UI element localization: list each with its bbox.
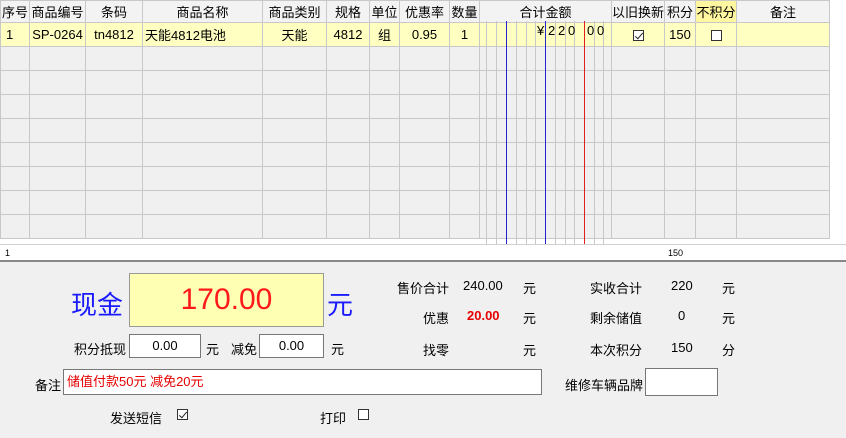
- table-row[interactable]: [0, 214, 831, 239]
- money-grid-line: [594, 21, 595, 260]
- money-grid-line: [526, 21, 527, 260]
- discount-unit: 元: [523, 311, 537, 326]
- money-grid-line: [516, 21, 517, 260]
- received-total-unit: 元: [722, 281, 736, 296]
- table-row[interactable]: [0, 190, 831, 215]
- received-total-label: 实收合计: [590, 281, 643, 296]
- received-total-value: 220: [671, 278, 693, 293]
- vehicle-brand-input[interactable]: [645, 368, 718, 396]
- amount-digit: 0: [597, 23, 605, 38]
- money-grid-line-blue: [506, 21, 507, 260]
- table-row[interactable]: [0, 46, 831, 71]
- col-code[interactable]: 商品编号: [29, 0, 86, 23]
- cell-discount-rate[interactable]: 0.95: [399, 22, 450, 47]
- cell-seq[interactable]: 1: [0, 22, 30, 47]
- balance-unit: 元: [722, 311, 736, 326]
- table-header: 序号 商品编号 条码 商品名称 商品类别 规格 单位 优惠率 数量 合计金额 以…: [0, 0, 831, 23]
- no-points-checkbox[interactable]: [710, 30, 722, 42]
- change-unit: 元: [523, 343, 537, 358]
- col-points[interactable]: 积分: [664, 0, 697, 23]
- cell-unit[interactable]: 组: [369, 22, 400, 47]
- payment-method-label: 现金: [71, 290, 124, 320]
- table-footer: 1 150: [0, 244, 846, 261]
- send-sms-checkbox[interactable]: [177, 409, 188, 420]
- col-trade-in[interactable]: 以旧换新: [610, 0, 666, 23]
- cell-trade-in[interactable]: [610, 22, 666, 47]
- waive-label: 减免: [231, 342, 258, 357]
- checkout-panel: 现金 170.00 元 积分抵现 0.00 元 减免 0.00 元 售价合计 2…: [0, 260, 846, 438]
- waive-input[interactable]: 0.00: [259, 334, 324, 358]
- cell-category[interactable]: 天能: [262, 22, 327, 47]
- points-deduct-input[interactable]: 0.00: [129, 334, 201, 358]
- cash-unit: 元: [327, 290, 354, 320]
- print-checkbox[interactable]: [358, 409, 369, 420]
- table-row[interactable]: [0, 94, 831, 119]
- amount-digit: 2: [558, 23, 566, 38]
- col-remark[interactable]: 备注: [736, 0, 831, 23]
- amount-digit: 0: [568, 23, 576, 38]
- col-total[interactable]: 合计金额: [479, 0, 612, 23]
- col-seq[interactable]: 序号: [0, 0, 30, 23]
- cell-remark[interactable]: [736, 22, 831, 47]
- col-discount-rate[interactable]: 优惠率: [399, 0, 450, 23]
- col-spec[interactable]: 规格: [326, 0, 370, 23]
- money-grid-line: [555, 21, 556, 260]
- points-deduct-unit: 元: [206, 342, 220, 357]
- cell-no-points[interactable]: [695, 22, 738, 47]
- currency-symbol: ¥: [537, 23, 545, 38]
- print-label: 打印: [320, 411, 347, 426]
- product-table: 序号 商品编号 条码 商品名称 商品类别 规格 单位 优惠率 数量 合计金额 以…: [0, 0, 831, 239]
- money-grid-line: [535, 21, 536, 260]
- cell-qty[interactable]: 1: [449, 22, 480, 47]
- points-earned-label: 本次积分: [590, 343, 643, 358]
- table-row[interactable]: [0, 142, 831, 167]
- trade-in-checkbox[interactable]: [632, 30, 644, 42]
- cell-points[interactable]: 150: [664, 22, 697, 47]
- cell-barcode[interactable]: tn4812: [85, 22, 143, 47]
- sale-total-label: 售价合计: [397, 281, 450, 296]
- discount-value: 20.00: [467, 308, 500, 323]
- vehicle-brand-label: 维修车辆品牌: [565, 378, 644, 393]
- col-qty[interactable]: 数量: [449, 0, 480, 23]
- discount-label: 优惠: [423, 311, 450, 326]
- note-input[interactable]: 储值付款50元 减免20元: [63, 369, 542, 395]
- balance-label: 剩余储值: [590, 311, 643, 326]
- change-label: 找零: [423, 343, 450, 358]
- send-sms-label: 发送短信: [110, 411, 163, 426]
- col-unit[interactable]: 单位: [369, 0, 400, 23]
- footer-count: 1: [5, 248, 11, 258]
- money-grid-line: [565, 21, 566, 260]
- money-grid-line-blue: [545, 21, 546, 260]
- note-label: 备注: [35, 378, 62, 393]
- col-no-points[interactable]: 不积分: [695, 0, 738, 23]
- table-row[interactable]: [0, 166, 831, 191]
- cell-spec[interactable]: 4812: [326, 22, 370, 47]
- table-row[interactable]: [0, 70, 831, 95]
- money-grid-line: [486, 21, 487, 260]
- product-grid[interactable]: 序号 商品编号 条码 商品名称 商品类别 规格 单位 优惠率 数量 合计金额 以…: [0, 0, 846, 261]
- money-grid-line-red: [584, 21, 585, 260]
- cell-code[interactable]: SP-0264: [29, 22, 86, 47]
- points-earned-unit: 分: [722, 343, 736, 358]
- cash-amount-field[interactable]: 170.00: [129, 273, 324, 327]
- points-earned-value: 150: [671, 340, 693, 355]
- money-grid-line: [496, 21, 497, 260]
- footer-points-total: 150: [668, 248, 684, 258]
- sale-total-value: 240.00: [463, 278, 503, 293]
- table-row[interactable]: [0, 118, 831, 143]
- cell-name[interactable]: 天能4812电池: [142, 22, 263, 47]
- amount-digit: 2: [548, 23, 556, 38]
- sale-total-unit: 元: [523, 281, 537, 296]
- balance-value: 0: [678, 308, 686, 323]
- money-grid-line: [603, 21, 604, 260]
- col-category[interactable]: 商品类别: [262, 0, 327, 23]
- waive-unit: 元: [331, 342, 345, 357]
- points-deduct-label: 积分抵现: [74, 342, 127, 357]
- table-row[interactable]: 1 SP-0264 tn4812 天能4812电池 天能 4812 组 0.95…: [0, 22, 831, 47]
- amount-digit: 0: [587, 23, 595, 38]
- col-name[interactable]: 商品名称: [142, 0, 263, 23]
- col-barcode[interactable]: 条码: [85, 0, 143, 23]
- money-grid-line: [574, 21, 575, 260]
